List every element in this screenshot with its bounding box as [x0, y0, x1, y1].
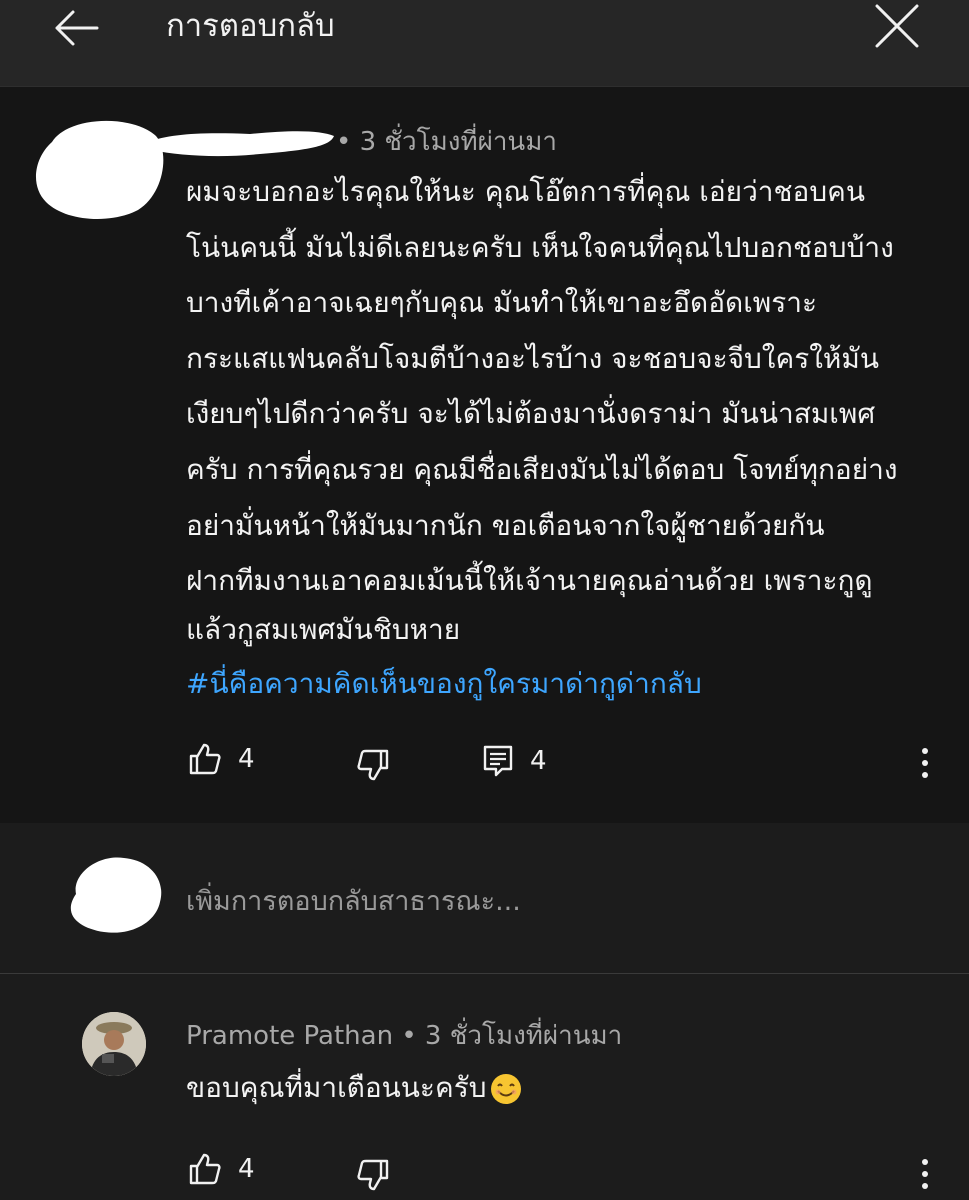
comment-text-line: ครับ การที่คุณรวย คุณมีชื่อเสียงมันไม่ได… — [186, 453, 898, 486]
kebab-dot — [922, 760, 928, 766]
like-button[interactable]: 4 — [188, 742, 255, 776]
avatar[interactable] — [82, 1012, 146, 1076]
top-bar: การตอบกลับ — [0, 0, 969, 87]
comment-text-line: กระแสแฟนคลับโจมตีบ้างอะไรบ้าง จะชอบจะจีบ… — [186, 342, 879, 375]
comment-text-line: ผมจะบอกอะไรคุณให้นะ คุณโอ๊ตการที่คุณ เอ่… — [186, 175, 865, 208]
reply-author-name[interactable]: Pramote Pathan — [186, 1021, 393, 1051]
author-name-redacted — [148, 131, 334, 157]
reply-like-count: 4 — [238, 1154, 255, 1184]
thumbs-up-icon — [189, 1153, 221, 1185]
thumbs-down-icon — [357, 1159, 389, 1191]
page-title: การตอบกลับ — [166, 8, 335, 44]
reply-timestamp: • 3 ชั่วโมงที่ผ่านมา — [401, 1021, 623, 1051]
reply-dislike-button[interactable] — [356, 1158, 390, 1192]
more-options-button[interactable] — [910, 741, 940, 785]
comment-text-line: เงียบๆไปดีกว่าครับ จะได้ไม่ต้องมานั่งดรา… — [186, 397, 876, 430]
comment-text-line: แล้วกูสมเพศมันชิบหาย — [186, 613, 461, 646]
comment-timestamp: • 3 ชั่วโมงที่ผ่านมา — [336, 127, 557, 157]
arrow-left-icon — [55, 10, 99, 46]
comment-text-line: อย่ามั่นหน้าให้มันมากนัก ขอเตือนจากใจผู้… — [186, 509, 825, 542]
reply-count: 4 — [530, 746, 547, 776]
dislike-button[interactable] — [356, 748, 390, 782]
reply-text-line: ขอบคุณที่มาเตือนนะครับ — [186, 1066, 523, 1110]
thumbs-down-icon — [357, 749, 389, 781]
thumbs-up-icon — [189, 743, 221, 775]
reply-like-button[interactable]: 4 — [188, 1152, 255, 1186]
comment-text-line: ฝากทีมงานเอาคอมเม้นนี้ให้เจ้านายคุณอ่านด… — [186, 564, 873, 597]
reply-author-line: Pramote Pathan • 3 ชั่วโมงที่ผ่านมา — [186, 1014, 622, 1058]
like-count: 4 — [238, 744, 255, 774]
kebab-dot — [922, 772, 928, 778]
comment-text-line: โน่นคนนี้ มันไม่ดีเลยนะครับ เห็นใจคนที่ค… — [186, 231, 894, 264]
person-avatar-icon — [82, 1012, 146, 1076]
kebab-dot — [922, 1171, 928, 1177]
kebab-menu-icon — [922, 748, 928, 754]
reply-text: ขอบคุณที่มาเตือนนะครับ — [186, 1071, 487, 1104]
reply-more-options-button[interactable] — [910, 1152, 940, 1196]
back-button[interactable] — [40, 0, 110, 56]
my-avatar-redacted — [70, 857, 162, 933]
hashtag-link[interactable]: #นี่คือความคิดเห็นของกูใครมาด่ากูด่ากลับ — [186, 664, 702, 704]
close-button[interactable] — [866, 0, 928, 52]
comment-icon — [483, 745, 513, 777]
kebab-dot — [922, 1183, 928, 1189]
kebab-menu-icon — [922, 1159, 928, 1165]
reply-input[interactable] — [186, 878, 886, 924]
smiling-face-emoji-icon — [490, 1074, 521, 1104]
close-icon — [875, 4, 919, 48]
reply-button[interactable]: 4 — [482, 744, 547, 778]
comment-text-line: บางทีเค้าอาจเฉยๆกับคุณ มันทำให้เขาอะอึดอ… — [186, 286, 818, 319]
